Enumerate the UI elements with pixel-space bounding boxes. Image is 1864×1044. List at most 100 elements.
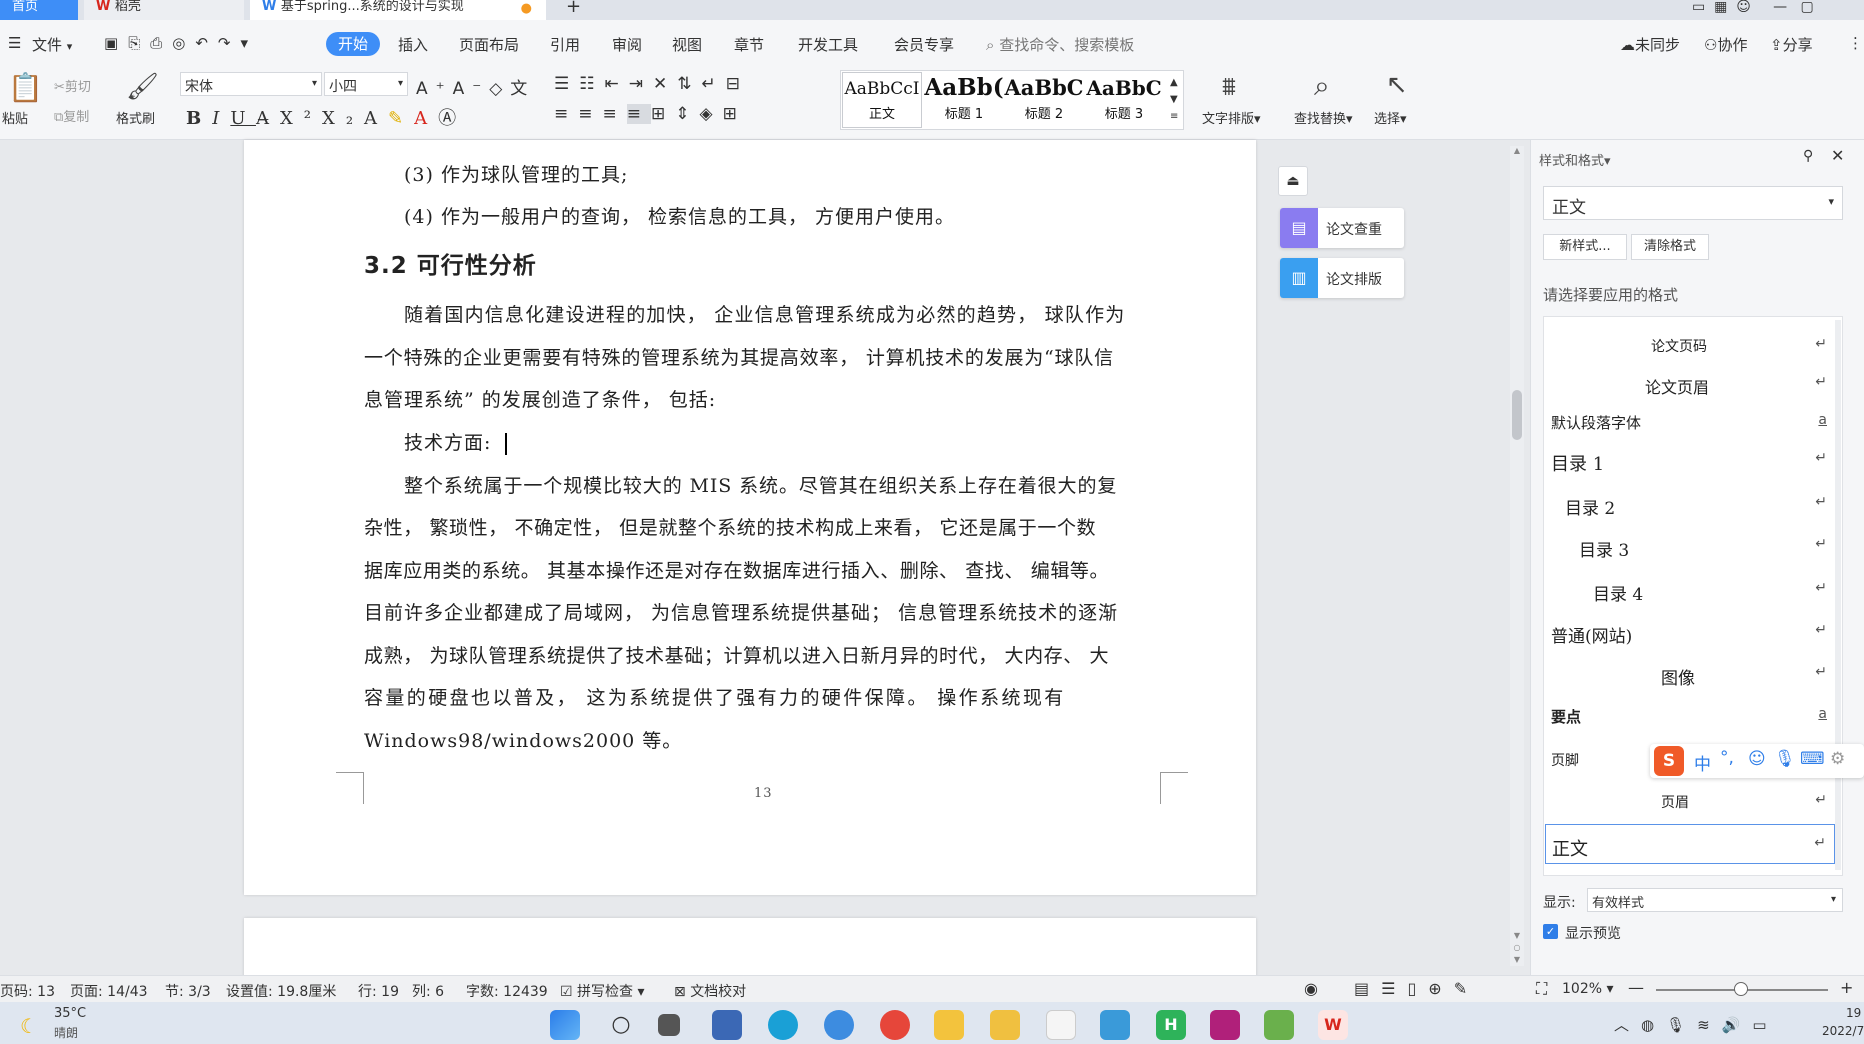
fit-page-icon[interactable]: ⛶ <box>1536 979 1547 999</box>
menu-chapter[interactable]: 章节 <box>734 34 764 55</box>
sync-button[interactable]: ☁未同步 <box>1620 34 1680 55</box>
menu-developer[interactable]: 开发工具 <box>798 34 858 55</box>
menu-references[interactable]: 引用 <box>550 34 580 55</box>
char-border-icon[interactable]: Ⓐ <box>438 108 467 129</box>
align-left-icon[interactable]: ≡ <box>554 104 578 124</box>
list-item[interactable]: 默认段落字体 a <box>1545 402 1835 442</box>
export-icon[interactable]: ⎘ <box>128 34 150 52</box>
share-button[interactable]: ⇪分享 <box>1770 34 1813 55</box>
paste-button[interactable]: 粘贴 <box>2 108 28 127</box>
weather-icon[interactable]: ☾ <box>20 1014 38 1038</box>
tab-daoke[interactable]: W 稻壳 <box>84 0 244 20</box>
body-paragraph[interactable]: 技术方面: <box>404 428 508 455</box>
section-heading[interactable]: 3.2 可行性分析 <box>364 246 537 280</box>
spell-check-button[interactable]: ☑ 拼写检查 ▾ <box>560 981 645 1001</box>
skin-icon[interactable]: ⚙ <box>1830 749 1845 769</box>
style-heading-2[interactable]: AaBbC 标题 2 <box>1004 72 1084 128</box>
photos-icon[interactable] <box>1100 1010 1130 1040</box>
save-icon[interactable]: ▣ <box>104 34 128 52</box>
list-item[interactable]: 论文页眉 ↵ <box>1545 364 1835 404</box>
grow-font-icon[interactable]: A⁺ <box>416 79 453 99</box>
style-heading-3[interactable]: AaBbC 标题 3 <box>1084 72 1164 128</box>
style-list-scrollbar[interactable] <box>1835 320 1841 870</box>
font-color-icon[interactable]: A <box>414 108 438 129</box>
list-item[interactable]: 目录 4 ↵ <box>1545 570 1835 610</box>
chinese-layout-icon[interactable]: ✕ <box>653 74 677 94</box>
body-paragraph[interactable]: 整个系统属于一个规模比较大的 MIS 系统。尽管其在组织关系上存在着很大的复 <box>404 471 1117 498</box>
web-view-icon[interactable]: ⊕ <box>1428 979 1453 998</box>
wps-taskbar-icon[interactable]: W <box>1318 1010 1348 1040</box>
preview-icon[interactable]: ◎ <box>172 34 195 52</box>
minimize-icon[interactable]: — <box>1773 0 1787 15</box>
list-item[interactable]: (3) 作为球队管理的工具; <box>404 160 628 187</box>
menu-view[interactable]: 视图 <box>672 34 702 55</box>
list-item[interactable]: 页眉 ↵ <box>1545 782 1835 822</box>
text-layout-button[interactable]: 文字排版▾ <box>1202 108 1261 127</box>
list-item[interactable]: 普通(网站) ↵ <box>1545 612 1835 652</box>
body-paragraph[interactable]: 随着国内信息化建设进程的加快， 企业信息管理系统成为必然的趋势， 球队作为 <box>404 300 1125 327</box>
list-item[interactable]: 目录 1 ↵ <box>1545 440 1835 480</box>
body-paragraph[interactable]: 据库应用类的系统。 其基本操作还是对存在数据库进行插入、删除、 查找、 编辑等。 <box>364 556 1109 583</box>
status-section[interactable]: 节: 3/3 <box>165 981 211 1001</box>
menu-member[interactable]: 会员专享 <box>894 34 954 55</box>
subscript-icon[interactable]: X₂ <box>322 108 364 129</box>
file-menu[interactable]: 文件 ▾ <box>32 34 72 55</box>
shading-icon[interactable]: ◈ <box>700 104 723 124</box>
underline-icon[interactable]: U <box>230 108 256 129</box>
body-paragraph[interactable]: 容量的硬盘也以普及， 这为系统提供了强有力的硬件保障。 操作系统现有 <box>364 683 1066 710</box>
outdent-icon[interactable]: ⇤ <box>605 74 629 94</box>
tray-chevron-icon[interactable]: ︿ <box>1614 1016 1641 1034</box>
tab-home[interactable]: 首页 <box>0 0 78 20</box>
grid-icon[interactable]: ▦ <box>1714 0 1727 15</box>
document-page[interactable]: (3) 作为球队管理的工具; (4) 作为一般用户的查询， 检索信息的工具， 方… <box>244 140 1256 895</box>
line-break-icon[interactable]: ↵ <box>702 74 726 94</box>
format-painter-button[interactable]: 格式刷 <box>116 108 155 127</box>
layout-icon[interactable]: ▭ <box>1692 0 1705 15</box>
status-setting[interactable]: 设置值: 19.8厘米 <box>226 981 336 1001</box>
sort-icon[interactable]: ⇅ <box>677 74 701 94</box>
write-view-icon[interactable]: ✎ <box>1454 979 1479 998</box>
avatar[interactable]: ☺ <box>1736 0 1751 15</box>
text-layout-icon[interactable]: ⩩ <box>1222 74 1236 100</box>
task-view-icon[interactable] <box>658 1014 680 1036</box>
edge-icon[interactable] <box>768 1010 798 1040</box>
strikethrough-icon[interactable]: A̶ <box>256 108 280 129</box>
intellij-icon[interactable] <box>1210 1010 1240 1040</box>
status-col[interactable]: 列: 6 <box>412 981 444 1001</box>
sogou-icon[interactable]: S <box>1654 746 1684 776</box>
border-icon[interactable]: ⊞ <box>723 104 747 124</box>
search-icon[interactable]: ○ <box>606 1010 636 1040</box>
body-paragraph[interactable]: 目前许多企业都建成了局域网， 为信息管理系统提供基础； 信息管理系统技术的逐渐 <box>364 598 1118 625</box>
ime-mode[interactable]: 中 <box>1694 750 1711 775</box>
volume-icon[interactable]: 🔊 <box>1722 1016 1753 1034</box>
new-tab-button[interactable]: + <box>560 0 590 20</box>
windows-start-icon[interactable] <box>550 1010 580 1040</box>
close-icon[interactable]: ✕ <box>1831 146 1844 165</box>
superscript-icon[interactable]: X² <box>280 108 322 129</box>
reading-view-icon[interactable]: ▯ <box>1407 979 1428 998</box>
customize-icon[interactable]: ▾ <box>240 34 258 52</box>
align-right-icon[interactable]: ≡ <box>603 104 627 124</box>
status-words[interactable]: 字数: 12439 <box>466 981 548 1001</box>
copy-button[interactable]: ⧉复制 <box>54 106 89 125</box>
file-manager-icon[interactable] <box>712 1010 742 1040</box>
font-size-select[interactable]: 小四 ▾ <box>324 72 408 96</box>
list-item[interactable]: 要点 a <box>1545 696 1835 736</box>
find-replace-icon[interactable]: ⌕ <box>1314 72 1330 100</box>
scroll-down-icon[interactable]: ▼ ○ ▼ <box>1510 930 1524 966</box>
show-select[interactable]: 有效样式 ▾ <box>1587 888 1843 912</box>
status-page[interactable]: 页面: 14/43 <box>70 981 148 1001</box>
app-white-icon[interactable] <box>1046 1010 1076 1040</box>
style-heading-1[interactable]: AaBb( 标题 1 <box>924 72 1004 128</box>
find-replace-button[interactable]: 查找替换▾ <box>1294 108 1353 127</box>
undo-icon[interactable]: ↶ <box>195 34 218 52</box>
eye-protection-icon[interactable]: ◉ <box>1304 979 1318 998</box>
numbered-list-icon[interactable]: ☷ <box>579 74 604 94</box>
style-gallery-scroll[interactable]: ▲ ▼ ≡ <box>1170 74 1178 125</box>
text-effect-icon[interactable]: A <box>364 108 388 129</box>
clear-icon[interactable]: ◇ <box>489 79 510 99</box>
menu-start[interactable]: 开始 <box>326 32 380 56</box>
status-page-code[interactable]: 页码: 13 <box>0 981 55 1001</box>
justify-icon[interactable]: ≡ <box>626 104 651 124</box>
outline-view-icon[interactable]: ☰ <box>1381 979 1407 998</box>
